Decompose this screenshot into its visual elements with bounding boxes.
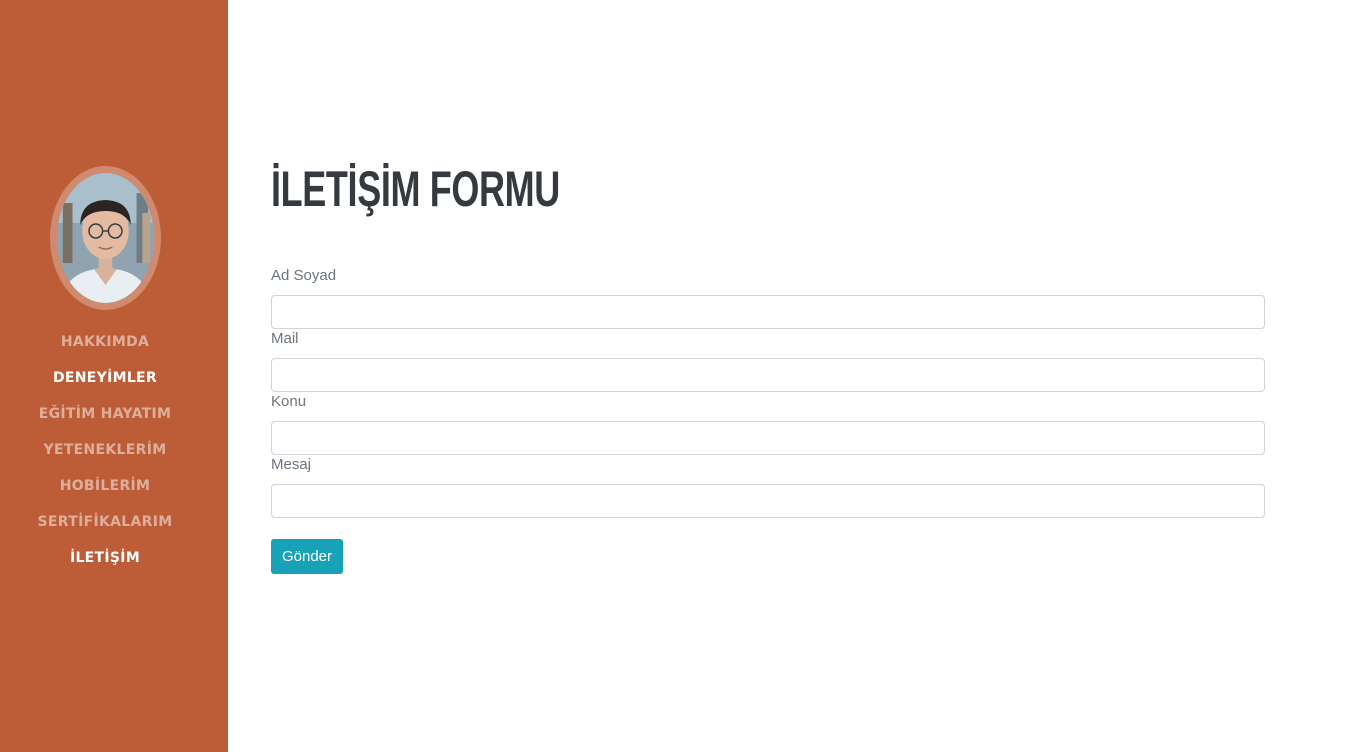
sidebar-nav: HAKKIMDA DENEYİMLER EĞİTİM HAYATIM YETEN… [0,324,210,576]
nav-link-hobilerim[interactable]: HOBİLERİM [60,478,151,494]
nav-link-sertifikalarim[interactable]: SERTİFİKALARIM [38,514,173,530]
subject-label: Konu [271,393,307,410]
nav-link-iletisim[interactable]: İLETİŞİM [70,550,140,566]
nav-item-yeteneklerim: YETENEKLERİM [0,432,210,468]
nav-item-egitim-hayatim: EĞİTİM HAYATIM [0,396,210,432]
mail-input[interactable] [271,358,1265,392]
nav-item-iletisim: İLETİŞİM [0,540,210,576]
profile-photo [57,173,154,303]
page-title: İLETİŞİM FORMU [271,161,560,217]
subject-input[interactable] [271,421,1265,455]
message-label: Mesaj [271,456,312,473]
name-input[interactable] [271,295,1265,329]
name-label: Ad Soyad [271,267,337,284]
nav-link-yeteneklerim[interactable]: YETENEKLERİM [44,442,167,458]
nav-link-deneyimler[interactable]: DENEYİMLER [53,370,157,386]
nav-link-egitim-hayatim[interactable]: EĞİTİM HAYATIM [39,406,171,422]
mail-label: Mail [271,330,299,347]
nav-item-hakkimda: HAKKIMDA [0,324,210,360]
message-input[interactable] [271,484,1265,518]
submit-button[interactable]: Gönder [271,539,343,574]
profile-photo-frame [50,166,161,310]
nav-item-sertifikalarim: SERTİFİKALARIM [0,504,210,540]
nav-item-deneyimler: DENEYİMLER [0,360,210,396]
nav-link-hakkimda[interactable]: HAKKIMDA [61,334,149,350]
nav-item-hobilerim: HOBİLERİM [0,468,210,504]
sidebar: HAKKIMDA DENEYİMLER EĞİTİM HAYATIM YETEN… [0,0,228,752]
